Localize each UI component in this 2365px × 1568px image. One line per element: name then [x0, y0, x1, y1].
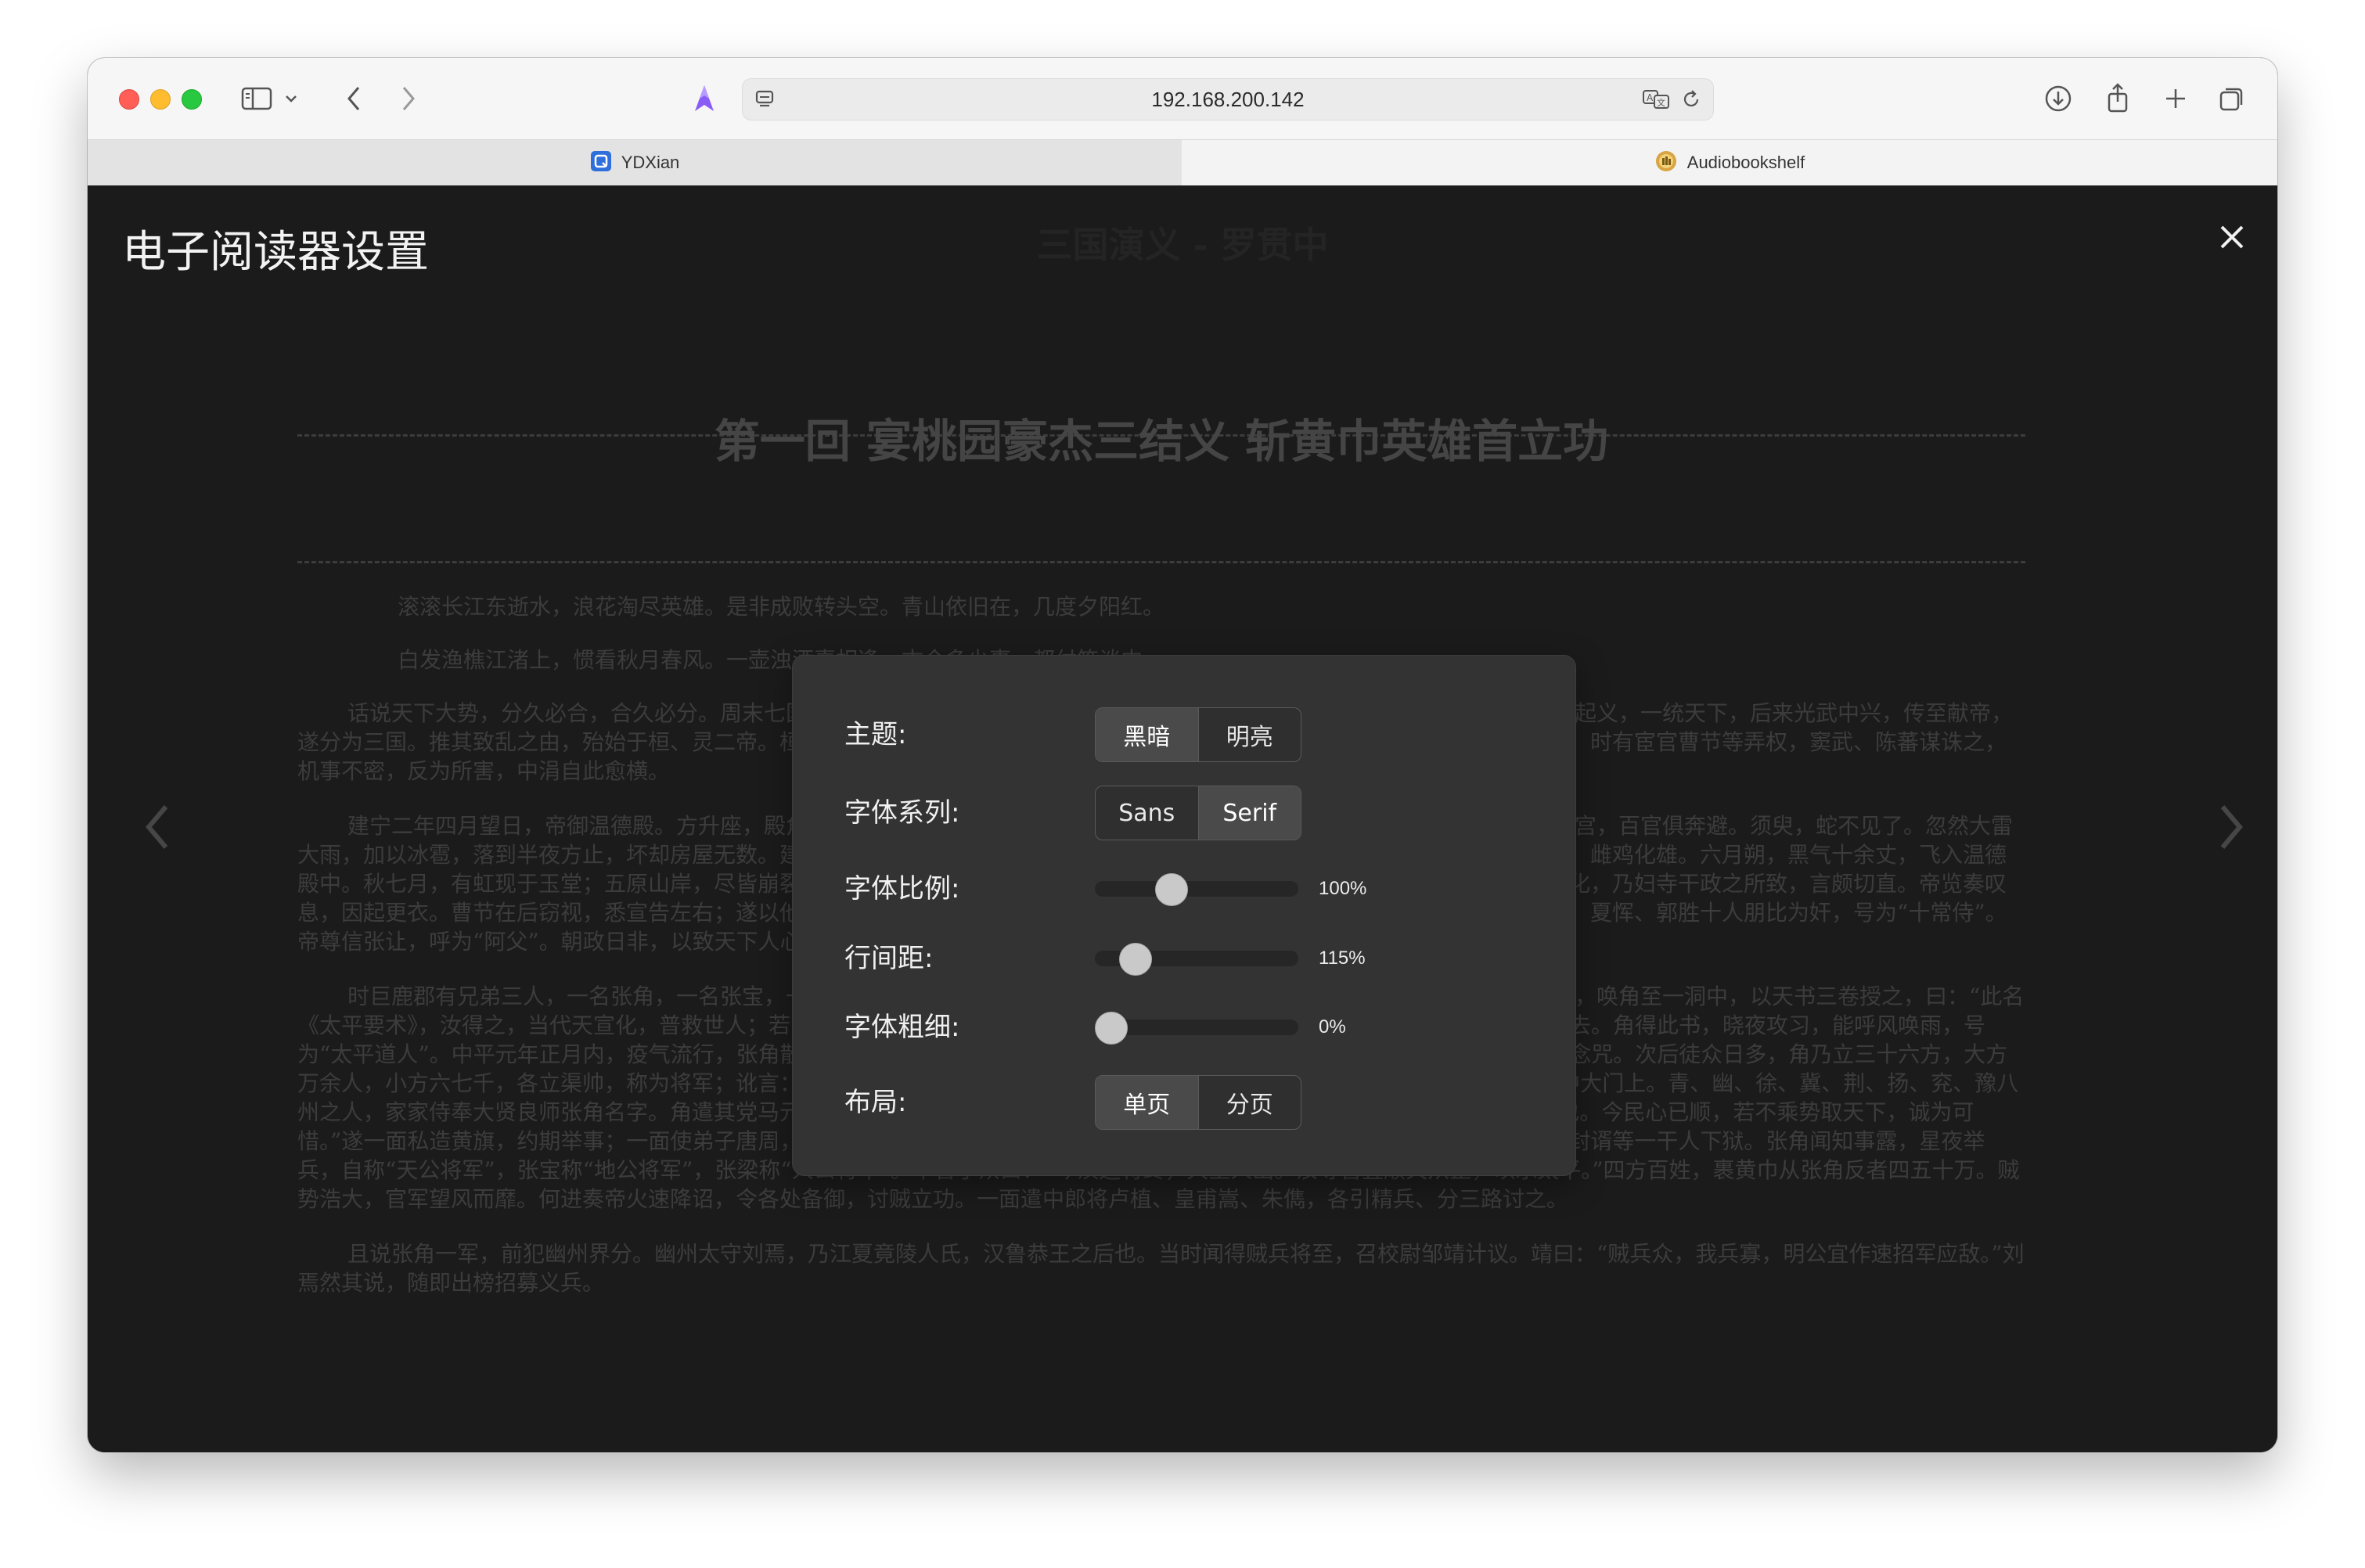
reader-page: 三国演义 - 罗贯中 第一回 宴桃园豪杰三结义 斩黄巾英雄首立功 滚滚长江东逝水… — [88, 185, 2277, 1452]
browser-window: 192.168.200.142 A文 YDXian Audiobookshelf… — [88, 58, 2277, 1452]
window-close-button[interactable] — [119, 89, 139, 110]
theme-segmented-control: 黑暗 明亮 — [1095, 707, 1301, 762]
line-spacing-label: 行间距: — [844, 943, 934, 974]
window-minimize-button[interactable] — [150, 89, 171, 110]
theme-label: 主题: — [844, 719, 907, 750]
sidebar-toggle-icon[interactable] — [239, 83, 274, 114]
close-icon[interactable] — [2212, 217, 2252, 257]
font-scale-slider[interactable] — [1095, 873, 1298, 906]
url-text: 192.168.200.142 — [1151, 88, 1305, 111]
tab-bar: YDXian Audiobookshelf — [88, 139, 2277, 186]
tab-ydxian[interactable]: YDXian — [88, 140, 1182, 185]
font-weight-slider-thumb[interactable] — [1095, 1012, 1128, 1045]
font-family-segmented-control: Sans Serif — [1095, 786, 1301, 840]
line-spacing-slider[interactable] — [1095, 943, 1298, 976]
svg-text:文: 文 — [1657, 97, 1665, 108]
font-scale-value: 100% — [1319, 878, 1367, 899]
font-scale-row: 字体比例: 100% — [793, 861, 1575, 916]
settings-overlay[interactable]: 电子阅读器设置 主题: 黑暗 明亮 字体系列: Sans Serif 字体比例:… — [88, 185, 2277, 1452]
font-weight-slider[interactable] — [1095, 1012, 1298, 1045]
font-family-option-serif[interactable]: Serif — [1197, 786, 1301, 840]
font-weight-row: 字体粗细: 0% — [793, 1000, 1575, 1055]
font-family-label: 字体系列: — [844, 797, 960, 829]
line-spacing-row: 行间距: 115% — [793, 931, 1575, 986]
font-weight-value: 0% — [1319, 1016, 1346, 1038]
back-arrow-icon[interactable] — [338, 81, 369, 116]
new-tab-plus-icon[interactable] — [2158, 81, 2193, 116]
address-bar[interactable]: 192.168.200.142 A文 — [742, 78, 1714, 120]
layout-segmented-control: 单页 分页 — [1095, 1075, 1301, 1130]
svg-text:A: A — [1647, 92, 1654, 103]
theme-option-light[interactable]: 明亮 — [1197, 708, 1301, 761]
font-family-row: 字体系列: Sans Serif — [793, 786, 1575, 840]
line-spacing-value: 115% — [1319, 948, 1366, 969]
tab-audiobookshelf[interactable]: Audiobookshelf — [1182, 140, 2277, 185]
tab-overview-icon[interactable] — [2215, 81, 2249, 116]
font-family-option-sans[interactable]: Sans — [1096, 786, 1198, 840]
downloads-icon[interactable] — [2041, 81, 2075, 116]
font-scale-label: 字体比例: — [844, 873, 960, 904]
translate-icon[interactable]: A文 — [1641, 87, 1672, 112]
window-zoom-button[interactable] — [182, 89, 202, 110]
theme-row: 主题: 黑暗 明亮 — [793, 707, 1575, 762]
layout-row: 布局: 单页 分页 — [793, 1075, 1575, 1130]
layout-option-paged[interactable]: 分页 — [1197, 1076, 1301, 1129]
font-weight-label: 字体粗细: — [844, 1012, 960, 1043]
theme-option-dark[interactable]: 黑暗 — [1096, 708, 1198, 761]
forward-arrow-icon[interactable] — [393, 81, 424, 116]
browser-toolbar: 192.168.200.142 A文 — [88, 58, 2277, 139]
line-spacing-slider-thumb[interactable] — [1118, 943, 1152, 976]
ydxian-favicon-icon — [590, 150, 612, 175]
reload-icon[interactable] — [1679, 87, 1704, 112]
extension-icon[interactable] — [687, 81, 722, 116]
layout-option-single-page[interactable]: 单页 — [1096, 1076, 1198, 1129]
share-icon[interactable] — [2100, 80, 2135, 116]
settings-title: 电子阅读器设置 — [122, 227, 429, 278]
font-scale-slider-thumb[interactable] — [1155, 873, 1188, 906]
tab-label: YDXian — [621, 153, 680, 172]
chevron-down-icon[interactable] — [282, 89, 301, 108]
audiobookshelf-favicon-icon — [1654, 149, 1678, 176]
layout-label: 布局: — [844, 1087, 907, 1118]
settings-panel: 主题: 黑暗 明亮 字体系列: Sans Serif 字体比例: 100% 行间… — [792, 655, 1576, 1176]
tab-label: Audiobookshelf — [1686, 153, 1805, 172]
